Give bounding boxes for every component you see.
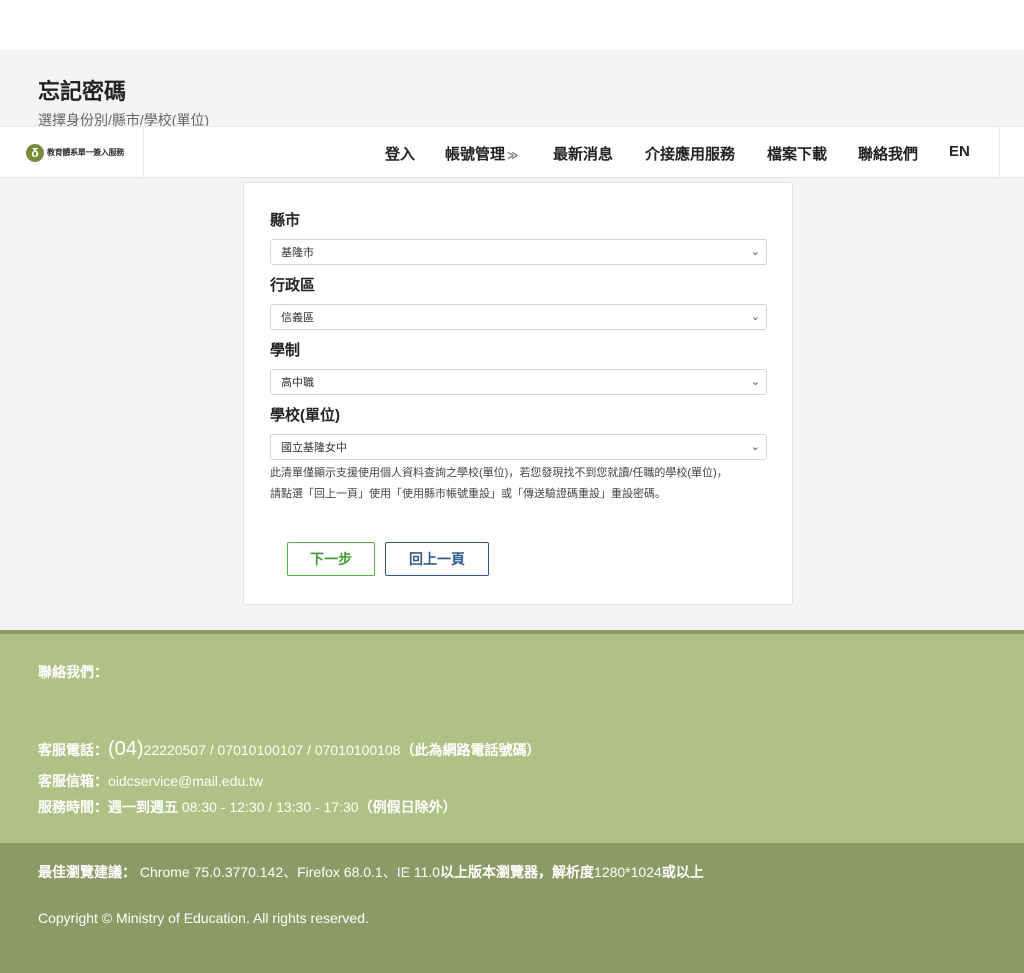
school-selection-card: 縣市 基隆市 ⌄ 行政區 信義區 ⌄ 學制 高中職 ⌄ 學校(單位) 國立基隆女…: [243, 182, 793, 605]
school-select[interactable]: 國立基隆女中 ⌄: [270, 434, 767, 460]
site-logo[interactable]: δ 教育體系單一簽入服務: [0, 127, 144, 178]
browser-label: 最佳瀏覽建議：: [38, 864, 136, 880]
hours-time: 08:30 - 12:30 / 13:30 - 17:30: [178, 799, 359, 815]
logo-text: 教育體系單一簽入服務: [47, 148, 124, 157]
nav-account-management[interactable]: 帳號管理 ≫: [445, 143, 519, 164]
page-title: 忘記密碼: [38, 79, 127, 104]
nav-contact-us[interactable]: 聯絡我們: [858, 143, 918, 164]
browser-end: 或以上: [661, 864, 704, 880]
nav-file-download[interactable]: 檔案下載: [767, 143, 827, 164]
school-label: 學校(單位): [270, 407, 340, 424]
nav-account-management-label: 帳號管理: [445, 146, 506, 163]
phone-label: 客服電話：: [38, 742, 108, 758]
browser-versions: Chrome 75.0.3770.142、Firefox 68.0.1、IE 1…: [136, 864, 441, 880]
county-select-value: 基隆市: [281, 247, 314, 259]
notice-line: 請點選「回上一頁」使用「使用縣市帳號重設」或「傳送驗證碼重設」重設密碼。: [270, 488, 666, 500]
previous-page-button[interactable]: 回上一頁: [385, 542, 489, 576]
notice-line: 此清單僅顯示支援使用個人資料查詢之學校(單位)，若您發現找不到您就讀/任職的學校…: [270, 467, 728, 479]
nav-language-en[interactable]: EN: [949, 143, 970, 160]
nav-login[interactable]: 登入: [385, 143, 415, 164]
footer-copyright: Copyright © Ministry of Education. All r…: [38, 910, 369, 926]
chevron-down-icon: ⌄: [750, 376, 760, 388]
district-label: 行政區: [270, 277, 316, 294]
nav-divider: [999, 127, 1000, 178]
nav-news[interactable]: 最新消息: [553, 143, 613, 164]
school-list-notice: 此清單僅顯示支援使用個人資料查詢之學校(單位)，若您發現找不到您就讀/任職的學校…: [270, 463, 770, 505]
browser-suffix: 以上版本瀏覽器，解析度: [440, 864, 595, 880]
email-address[interactable]: oidcservice@mail.edu.tw: [108, 773, 263, 789]
chevron-down-icon: ⌄: [750, 246, 760, 258]
browser-resolution: 1280*1024: [594, 864, 662, 880]
footer-hours: 服務時間：週一到週五 08:30 - 12:30 / 13:30 - 17:30…: [38, 797, 457, 817]
school-level-select[interactable]: 高中職 ⌄: [270, 369, 767, 395]
footer-browser-recommendation: 最佳瀏覽建議： Chrome 75.0.3770.142、Firefox 68.…: [38, 862, 704, 882]
logo-icon: δ: [26, 143, 44, 162]
email-label: 客服信箱：: [38, 773, 108, 789]
school-select-value: 國立基隆女中: [281, 442, 347, 454]
footer-contact-heading: 聯絡我們：: [38, 664, 108, 680]
nav-integration-services[interactable]: 介接應用服務: [645, 143, 735, 164]
phone-area-code: (04): [108, 738, 144, 760]
county-label: 縣市: [270, 212, 301, 229]
chevron-down-icon: ⌄: [750, 311, 760, 323]
chevron-down-icon: ⌄: [750, 441, 760, 453]
phone-numbers: 22220507 / 07010100107 / 07010100108: [143, 742, 401, 758]
footer-phone: 客服電話：(04)22220507 / 07010100107 / 070101…: [38, 738, 541, 761]
next-step-button[interactable]: 下一步: [287, 542, 375, 576]
chevron-down-icon: ≫: [507, 150, 519, 162]
footer-email: 客服信箱：oidcservice@mail.edu.tw: [38, 771, 263, 791]
top-navbar: δ 教育體系單一簽入服務 登入 帳號管理 ≫ 最新消息 介接應用服務 檔案下載 聯…: [0, 126, 1024, 178]
district-select-value: 信義區: [281, 312, 314, 324]
school-level-label: 學制: [270, 342, 301, 359]
county-select[interactable]: 基隆市 ⌄: [270, 239, 767, 265]
top-blank-band: [0, 0, 1024, 50]
hours-note: （例假日除外）: [358, 799, 457, 815]
phone-note: （此為網路電話號碼）: [400, 742, 541, 758]
hours-days: 週一到週五: [108, 799, 178, 815]
school-level-select-value: 高中職: [281, 377, 314, 389]
hours-label: 服務時間：: [38, 799, 108, 815]
district-select[interactable]: 信義區 ⌄: [270, 304, 767, 330]
